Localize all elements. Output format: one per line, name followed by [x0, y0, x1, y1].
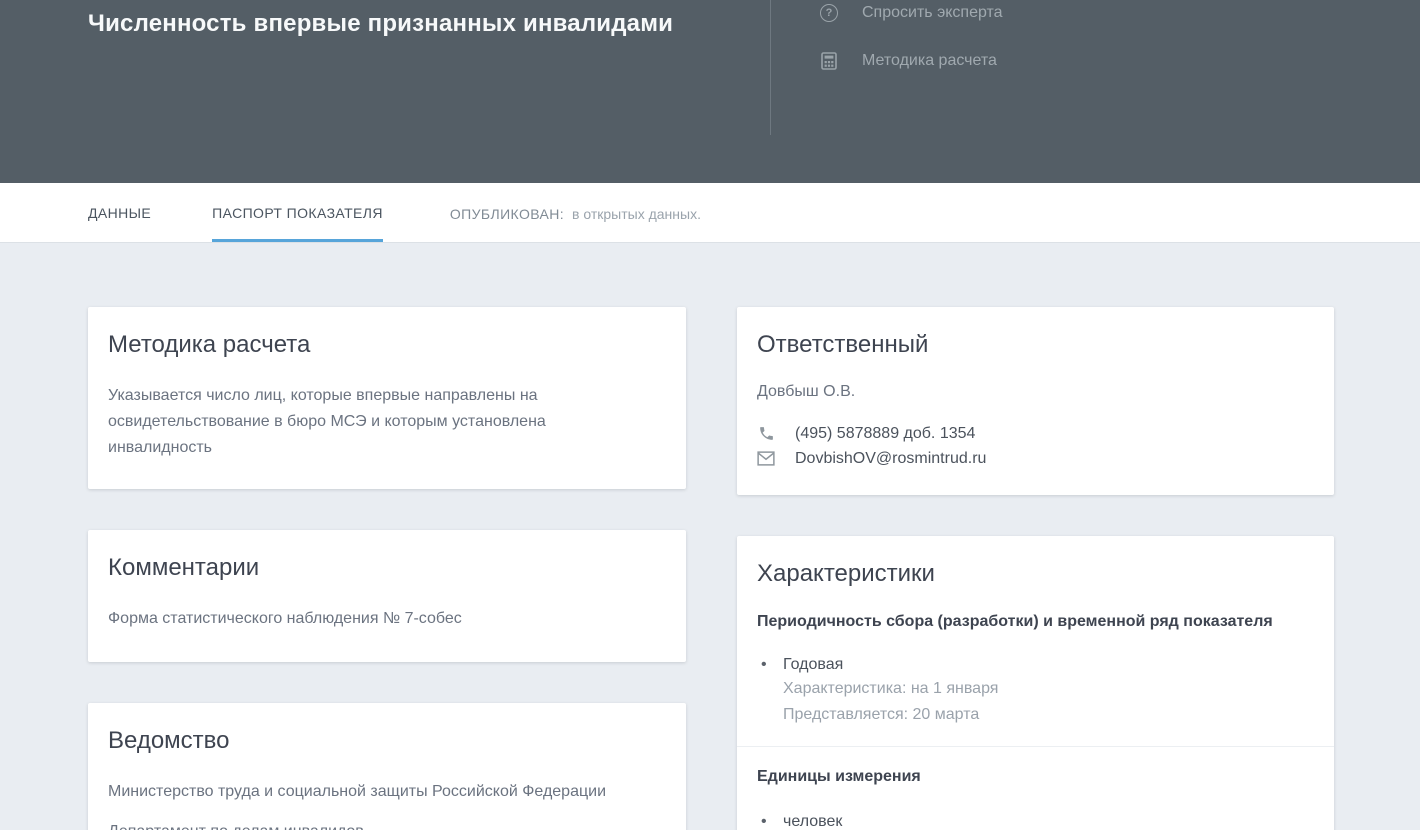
methodology-card-body: Указывается число лиц, которые впервые н… — [108, 383, 628, 461]
comments-card: Комментарии Форма статистического наблюд… — [88, 530, 686, 662]
tab-bar: ДАННЫЕ ПАСПОРТ ПОКАЗАТЕЛЯ ОПУБЛИКОВАН: в… — [0, 183, 1420, 243]
responsible-card-title: Ответственный — [757, 331, 1314, 359]
email-address[interactable]: DovbishOV@rosmintrud.ru — [795, 446, 986, 471]
tab-data[interactable]: ДАННЫЕ — [88, 183, 151, 242]
email-row: DovbishOV@rosmintrud.ru — [757, 446, 1314, 471]
agency-department: Департамент по делам инвалидов — [108, 819, 666, 830]
methodology-card-title: Методика расчета — [108, 331, 666, 359]
published-label: ОПУБЛИКОВАН: — [450, 206, 564, 222]
published-status: ОПУБЛИКОВАН: в открытых данных. — [450, 183, 701, 242]
units-heading: Единицы измерения — [757, 767, 1314, 787]
responsible-card: Ответственный Довбыш О.В. (495) 5878889 … — [737, 307, 1334, 495]
page-title: Численность впервые признанных инвалидам… — [88, 10, 673, 38]
periodicity-heading: Периодичность сбора (разработки) и време… — [757, 612, 1314, 632]
published-value: в открытых данных. — [572, 206, 701, 222]
ask-expert-label: Спросить эксперта — [862, 4, 1003, 22]
units-value: человек — [757, 811, 1314, 830]
comments-card-body: Форма статистического наблюдения № 7-соб… — [108, 606, 666, 632]
periodicity-detail-presented: Представляется: 20 марта — [757, 702, 1314, 728]
header-divider — [770, 0, 771, 135]
periodicity-detail-characteristic: Характеристика: на 1 января — [757, 676, 1314, 702]
phone-row: (495) 5878889 доб. 1354 — [757, 421, 1314, 446]
envelope-icon — [757, 450, 775, 468]
content-area: Методика расчета Указывается число лиц, … — [0, 243, 1420, 830]
agency-card-title: Ведомство — [108, 727, 666, 755]
characteristics-card: Характеристики Периодичность сбора (разр… — [737, 536, 1334, 830]
methodology-link[interactable]: Методика расчета — [820, 52, 1003, 70]
page: Численность впервые признанных инвалидам… — [0, 0, 1420, 830]
responsible-name: Довбыш О.В. — [757, 383, 1314, 401]
comments-card-title: Комментарии — [108, 554, 666, 582]
methodology-link-label: Методика расчета — [862, 52, 997, 70]
question-circle-icon: ? — [820, 4, 838, 22]
header-menu: ? Спросить эксперта Методи — [820, 4, 1003, 70]
methodology-card: Методика расчета Указывается число лиц, … — [88, 307, 686, 489]
calculator-icon — [820, 52, 838, 70]
left-column: Методика расчета Указывается число лиц, … — [88, 307, 686, 830]
agency-ministry: Министерство труда и социальной защиты Р… — [108, 779, 666, 805]
characteristics-divider — [737, 746, 1334, 747]
characteristics-card-title: Характеристики — [757, 560, 1314, 588]
phone-number[interactable]: (495) 5878889 доб. 1354 — [795, 421, 975, 446]
periodicity-value: Годовая — [757, 654, 1314, 676]
ask-expert-link[interactable]: ? Спросить эксперта — [820, 4, 1003, 22]
agency-card: Ведомство Министерство труда и социально… — [88, 703, 686, 830]
tab-passport[interactable]: ПАСПОРТ ПОКАЗАТЕЛЯ — [212, 183, 383, 242]
phone-icon — [757, 425, 775, 443]
page-header: Численность впервые признанных инвалидам… — [0, 0, 1420, 183]
right-column: Ответственный Довбыш О.В. (495) 5878889 … — [737, 307, 1334, 830]
